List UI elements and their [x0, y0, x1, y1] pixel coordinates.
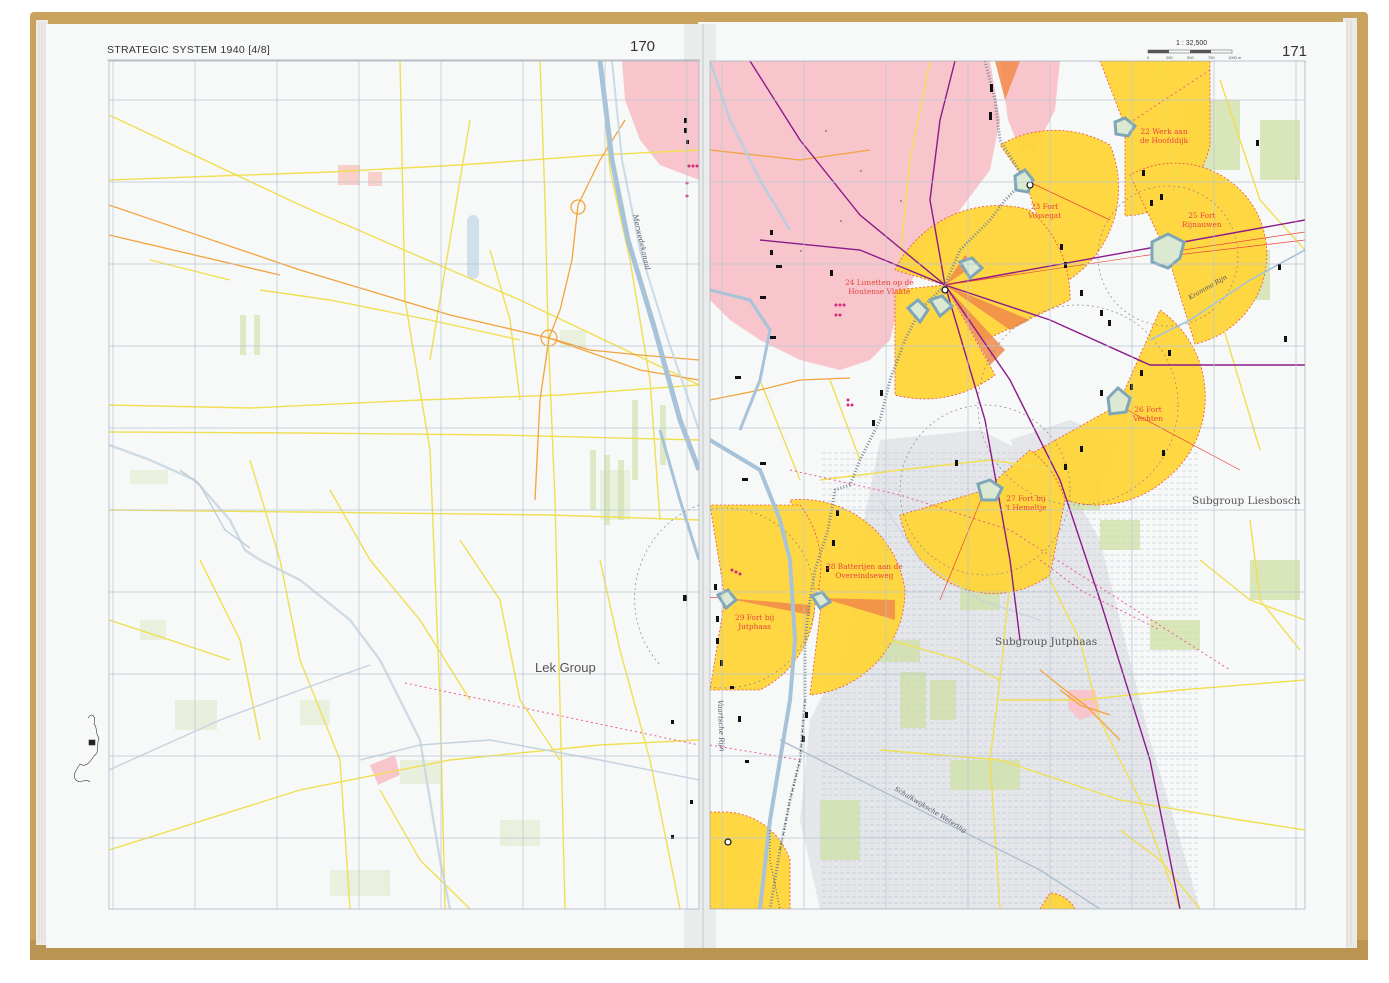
subgroup-liesbosch-label: Subgroup Liesbosch [1192, 495, 1301, 507]
scale-tick: 1000 m [1228, 55, 1242, 60]
fort-label-23: 23 Fort Vossegat [1028, 202, 1062, 220]
map-right [710, 61, 1305, 909]
map-left [109, 61, 699, 909]
fort-label-25: 25 Fort Rijnauwen [1182, 211, 1222, 229]
page-number-right: 171 [1282, 43, 1308, 60]
scale-tick: 0 [1147, 55, 1150, 60]
fort-label-24: 24 Lunetten op de Houtense Vlakte [845, 278, 914, 296]
scale-tick: 500 [1187, 55, 1194, 60]
atlas-spread: Merwedekanaal Vaartsche Rijn Kromme Rijn… [30, 12, 1368, 960]
lek-group-label: Lek Group [535, 660, 596, 675]
fort-label-22: 22 Werk aan de Hoofddijk [1140, 127, 1189, 145]
page-number-left: 170 [630, 38, 656, 55]
fort-label-28: 28 Batterijen aan de Overeindseweg [826, 562, 903, 580]
scale-tick: 750 [1208, 55, 1215, 60]
subgroup-jutphaas-label: Subgroup Jutphaas [995, 636, 1098, 648]
fort-label-27: 27 Fort bij't Hemeltje [1005, 494, 1047, 512]
scale-ratio: 1 : 32,500 [1176, 40, 1208, 47]
running-head: STRATEGIC SYSTEM 1940 [4/8] [107, 44, 271, 56]
fort-label-26: 26 Fort Vechten [1133, 405, 1164, 423]
scale-tick: 250 [1166, 55, 1173, 60]
fort-label-29: 29 Fort bij Jutphaas [735, 613, 775, 631]
